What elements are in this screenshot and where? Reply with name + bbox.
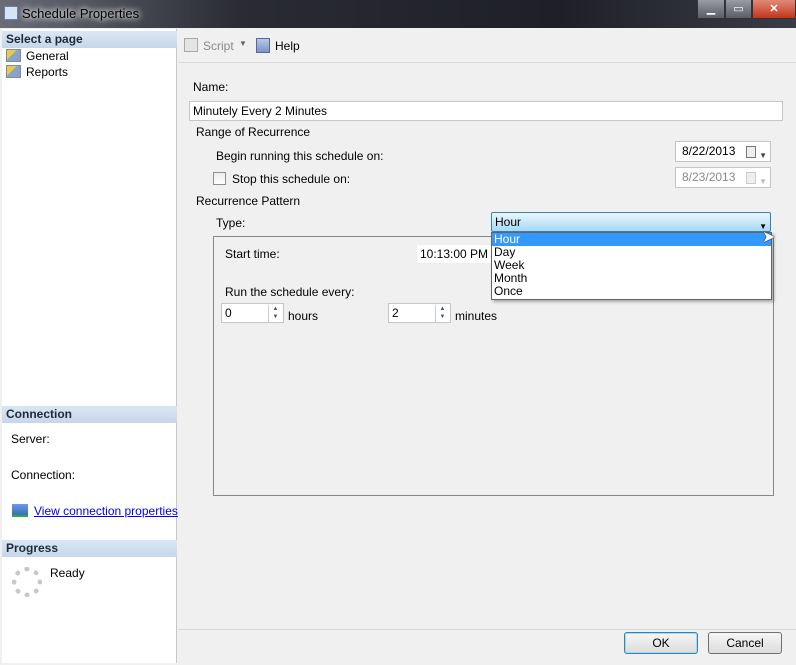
page-icon [6,49,21,62]
window-icon [4,6,18,20]
help-button[interactable]: Help [275,39,300,53]
cancel-button[interactable]: Cancel [708,632,782,654]
hours-label: hours [288,309,319,323]
window-title: Schedule Properties [22,6,140,21]
sidebar: Select a page General Reports Connection… [2,29,178,663]
type-option-day[interactable]: Day [492,246,771,259]
connection-header: Connection [2,406,177,423]
begin-date-value: 8/22/2013 [682,144,736,158]
server-label: Server: [11,432,50,446]
stop-schedule-checkbox[interactable] [213,172,226,185]
stop-date-picker: 8/23/2013 ▼ [675,167,771,188]
help-icon [256,38,270,53]
name-label: Name: [193,80,229,94]
hours-spinner[interactable]: 0 ▲ ▼ [221,303,284,323]
type-option-hour[interactable]: Hour [492,233,771,246]
view-connection-properties-link[interactable]: View connection properties [34,504,178,518]
start-time-label: Start time: [225,247,280,261]
page-icon [6,65,21,78]
type-option-week[interactable]: Week [492,259,771,272]
page-reports[interactable]: Reports [6,64,68,80]
type-value: Hour [495,215,522,229]
chevron-down-icon: ▼ [759,177,767,186]
minutes-spinner[interactable]: 2 ▲ ▼ [388,303,451,323]
script-button[interactable]: Script [203,39,234,53]
start-time-input[interactable]: 10:13:00 PM [416,244,496,264]
minimize-button[interactable]: ▁ [697,0,725,19]
page-general[interactable]: General [6,48,69,64]
connection-properties-icon [12,504,28,517]
page-label: General [26,49,69,63]
select-page-header: Select a page [2,31,177,48]
calendar-icon [746,146,756,158]
run-every-label: Run the schedule every: [225,285,355,299]
progress-spinner-icon [12,567,42,597]
maximize-button[interactable]: ▭ [725,0,752,19]
spinner-arrows-icon[interactable]: ▲ ▼ [435,305,449,323]
footer: OK Cancel [178,629,796,665]
stop-date-value: 8/23/2013 [682,170,736,184]
type-dropdown[interactable]: Hour ▼ [491,212,771,232]
hours-value: 0 [225,306,232,320]
page-label: Reports [26,65,69,79]
chevron-down-icon: ▼ [759,151,767,160]
toolbar: Script ▼ Help [178,29,796,63]
minutes-value: 2 [392,306,399,320]
begin-label: Begin running this schedule on: [216,149,384,163]
spinner-arrows-icon[interactable]: ▲ ▼ [268,305,282,323]
title-bar: Schedule Properties ▁ ▭ ✕ [0,0,796,28]
minutes-label: minutes [455,309,498,323]
main-panel: Script ▼ Help Name: Minutely Every 2 Min… [178,29,796,629]
ok-button[interactable]: OK [624,632,698,654]
name-input[interactable]: Minutely Every 2 Minutes [189,101,783,121]
type-label: Type: [216,216,246,230]
type-option-once[interactable]: Once [492,285,771,298]
recurrence-pattern-header: Recurrence Pattern [196,194,301,208]
close-button[interactable]: ✕ [752,0,796,19]
range-of-recurrence-header: Range of Recurrence [196,125,311,139]
script-dropdown-icon[interactable]: ▼ [239,39,247,48]
stop-label: Stop this schedule on: [232,172,351,186]
type-option-month[interactable]: Month [492,272,771,285]
connection-label: Connection: [11,468,76,482]
mouse-cursor-icon: ➤ [762,229,776,246]
type-dropdown-list: Hour Day Week Month Once [491,232,772,300]
progress-status: Ready [50,566,85,580]
begin-date-picker[interactable]: 8/22/2013 ▼ [675,141,771,162]
script-icon [184,38,198,52]
calendar-icon [746,172,756,184]
progress-header: Progress [2,540,177,557]
